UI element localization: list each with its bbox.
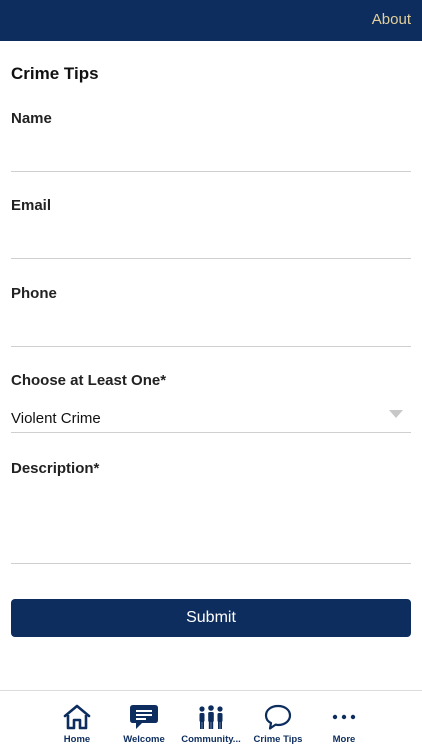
description-field: Description* (11, 460, 411, 572)
submit-button[interactable]: Submit (11, 599, 411, 637)
top-bar: About (0, 0, 422, 41)
phone-label: Phone (11, 285, 57, 302)
dropdown-arrow-icon (389, 410, 403, 418)
page-title: Crime Tips (11, 64, 99, 83)
description-label: Description* (11, 460, 100, 477)
nav-label-more: More (332, 734, 356, 745)
bottom-nav: Home Welcome Community... Crime Tips Mor… (0, 690, 422, 751)
category-field: Choose at Least One* Violent Crime (11, 372, 411, 435)
category-underline (11, 432, 411, 433)
more-dots-icon (332, 714, 356, 720)
category-selected-value: Violent Crime (11, 410, 101, 427)
email-label: Email (11, 197, 52, 214)
email-field: Email (11, 197, 411, 260)
home-icon (63, 704, 91, 730)
speech-bubble-icon (130, 705, 158, 729)
people-icon (199, 705, 223, 729)
name-label: Name (11, 110, 52, 127)
description-input[interactable] (11, 484, 411, 564)
nav-item-more[interactable]: More (309, 691, 379, 751)
chat-outline-icon (264, 704, 292, 730)
about-link[interactable]: About (372, 11, 411, 28)
phone-input[interactable] (11, 323, 411, 347)
email-input[interactable] (11, 235, 411, 259)
category-select[interactable]: Violent Crime (11, 372, 411, 435)
phone-field: Phone (11, 285, 411, 348)
name-field: Name (11, 110, 411, 173)
name-input[interactable] (11, 148, 411, 172)
